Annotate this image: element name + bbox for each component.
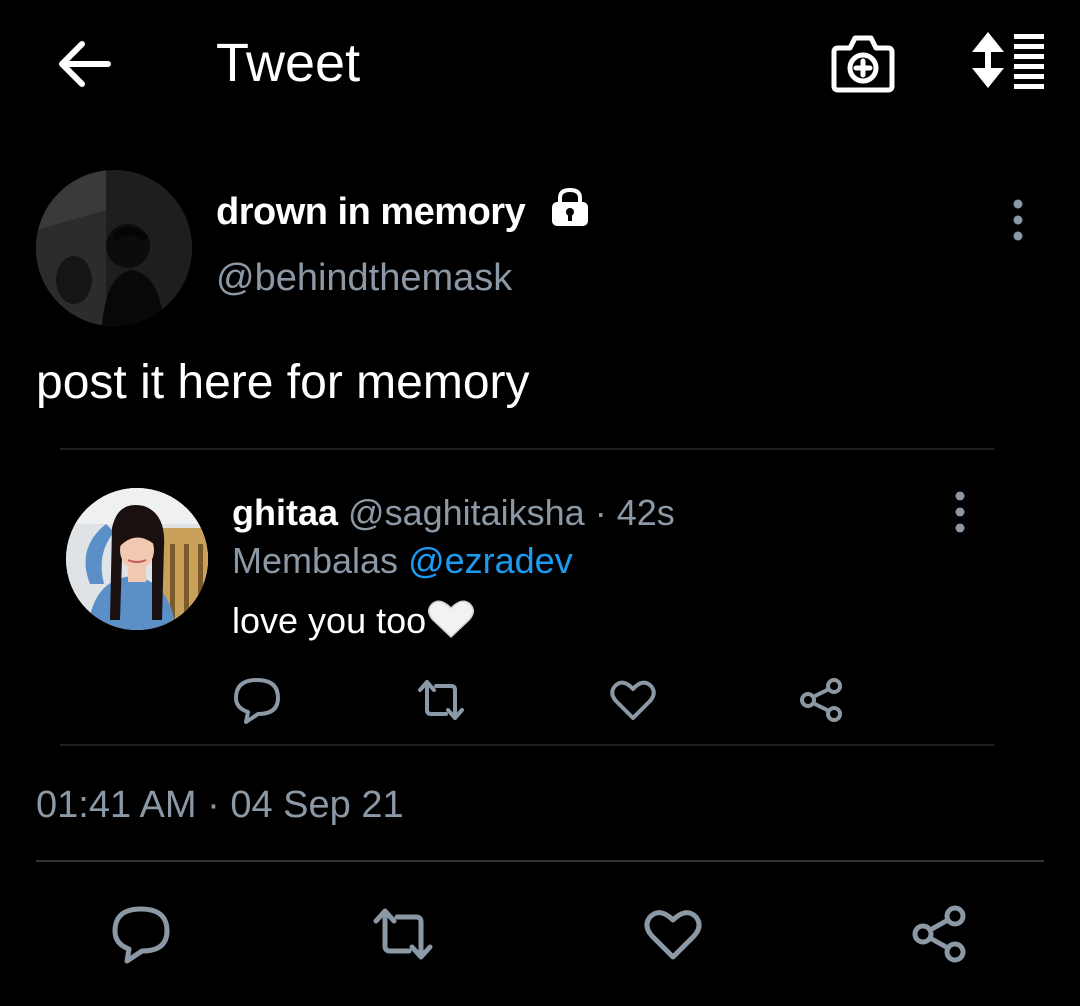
reply-icon (112, 906, 170, 964)
tweet-text: post it here for memory (36, 356, 530, 409)
mention-link[interactable]: @ezradev (408, 540, 573, 581)
replying-to-label: Membalas (232, 540, 399, 581)
reply-icon (234, 678, 280, 724)
share-icon (800, 678, 842, 722)
reply-header: ghitaa @saghitaiksha · 42s (232, 490, 675, 536)
lock-icon (548, 186, 592, 230)
avatar-photo (36, 170, 192, 326)
more-vertical-icon (1013, 199, 1023, 241)
replying-to: Membalas @ezradev (232, 538, 573, 584)
author-handle[interactable]: @behindthemask (216, 252, 512, 304)
reply-more-options-button[interactable] (942, 490, 978, 534)
heart-icon (644, 910, 702, 960)
share-icon (912, 905, 966, 963)
divider (36, 860, 1044, 862)
reply-button[interactable] (110, 904, 172, 964)
reply-text: love you too (232, 598, 475, 644)
author-avatar[interactable] (36, 170, 192, 326)
reply-author-handle[interactable]: @saghitaiksha (348, 492, 585, 533)
share-button[interactable] (908, 904, 970, 964)
heart-icon (610, 680, 656, 720)
tweet-timestamp: 01:41 AM · 04 Sep 21 (36, 784, 404, 826)
reply-card-reply-button[interactable] (232, 676, 282, 724)
reply-separator: · (594, 492, 607, 533)
reply-card-share-button[interactable] (796, 676, 846, 724)
reply-card-like-button[interactable] (608, 676, 658, 724)
sort-button[interactable] (966, 30, 1048, 92)
more-vertical-icon (955, 491, 965, 533)
retweet-icon (373, 908, 433, 960)
page-title: Tweet (216, 33, 361, 93)
avatar-photo (66, 488, 208, 630)
retweet-button[interactable] (372, 904, 434, 964)
more-options-button[interactable] (998, 198, 1038, 242)
camera-button[interactable] (830, 32, 896, 94)
reply-avatar[interactable] (66, 488, 208, 630)
white-heart-emoji-icon (428, 599, 475, 639)
camera-plus-icon (831, 35, 895, 93)
sort-icon (972, 32, 1044, 89)
reply-time: 42s (616, 492, 675, 533)
reply-text-content: love you too (232, 600, 427, 641)
tweet-detail-screen: Tweet drown in memory @behindthemask pos… (0, 0, 1080, 1006)
reply-card-retweet-button[interactable] (416, 676, 466, 724)
like-button[interactable] (642, 904, 704, 964)
author-display-name[interactable]: drown in memory (216, 186, 526, 238)
back-button[interactable] (52, 32, 116, 96)
top-app-bar: Tweet (0, 0, 1080, 130)
retweet-icon (418, 680, 464, 720)
arrow-left-icon (59, 41, 111, 87)
reply-author-name[interactable]: ghitaa (232, 492, 338, 533)
